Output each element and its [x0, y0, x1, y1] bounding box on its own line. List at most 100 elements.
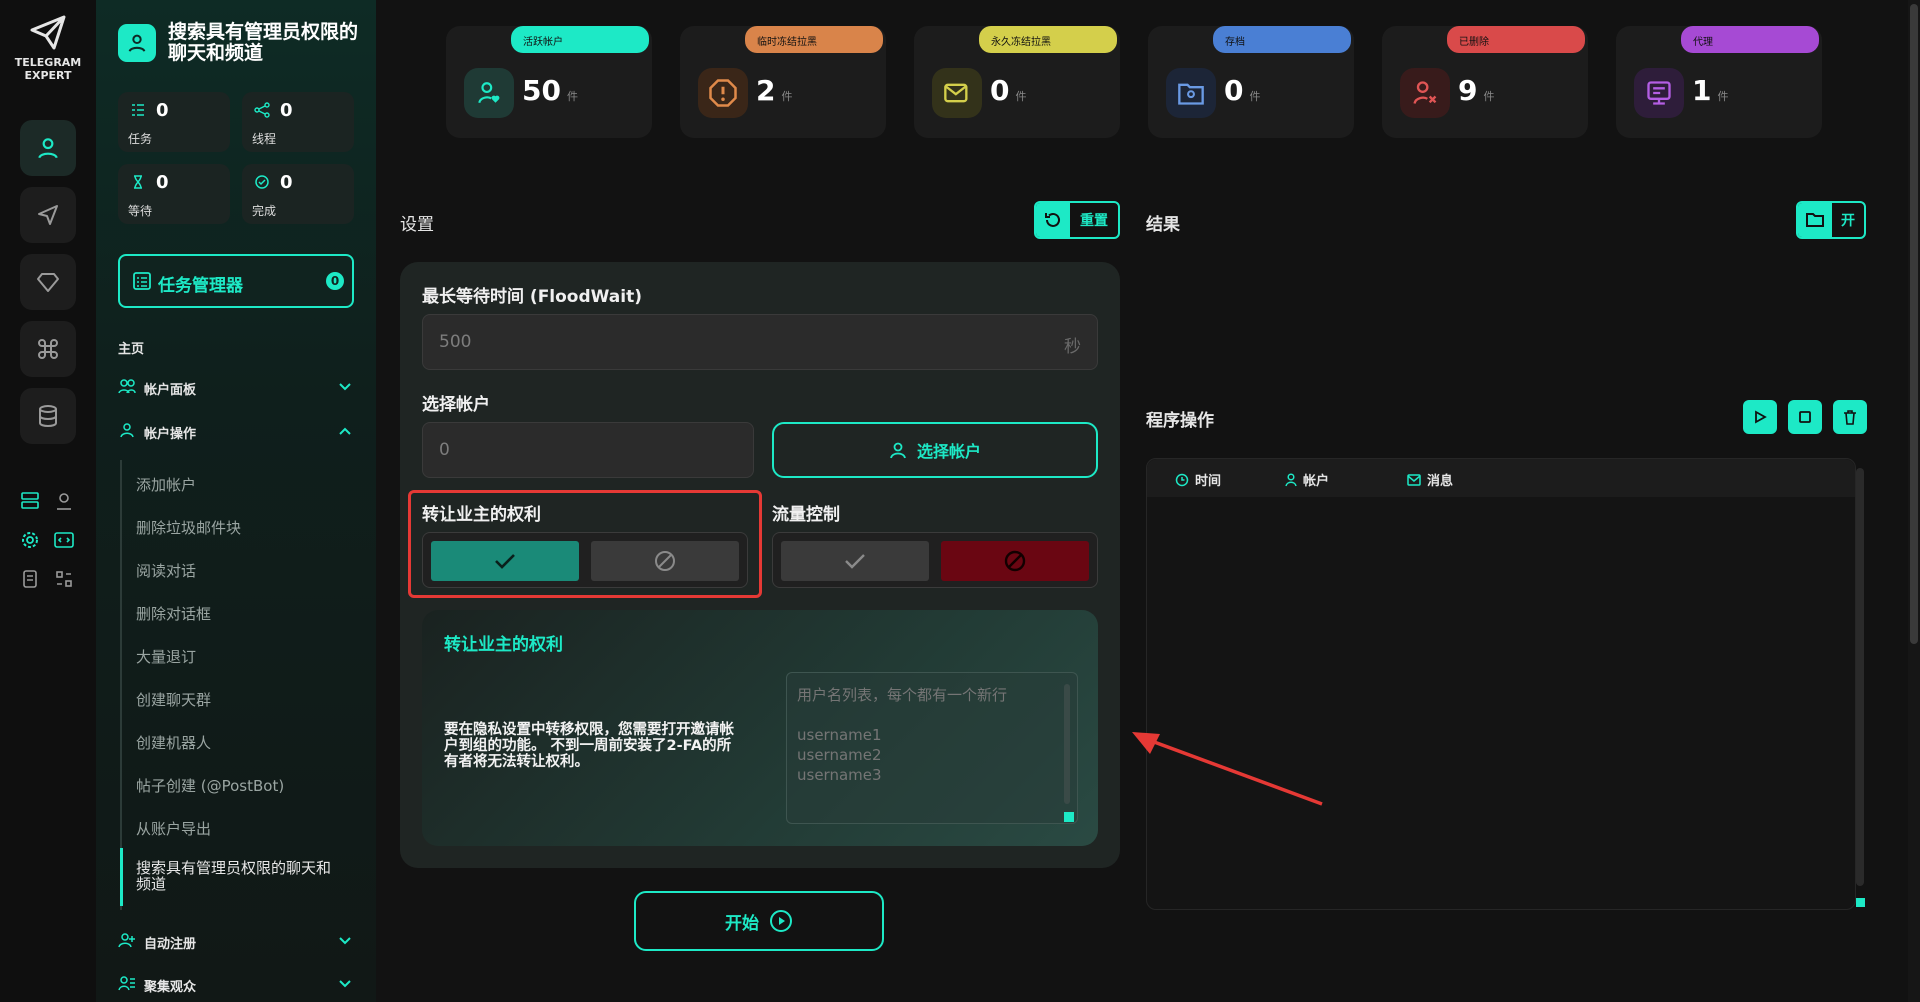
- floodwait-placeholder: 500: [439, 332, 472, 352]
- nav-group-account-ops[interactable]: 帐户操作: [118, 420, 358, 444]
- traffic-control-on-button[interactable]: [781, 541, 929, 581]
- user-list-icon: [118, 975, 136, 995]
- sub-item-delete-dialogs[interactable]: 删除对话框: [136, 603, 211, 624]
- sub-item-read-dialogs[interactable]: 阅读对话: [136, 560, 196, 581]
- transfer-owner-on-button[interactable]: [431, 541, 579, 581]
- rail-accounts-button[interactable]: [20, 120, 76, 176]
- server-list-icon[interactable]: [17, 488, 43, 514]
- home-link[interactable]: 主页: [118, 338, 144, 357]
- hourglass-icon: [130, 174, 146, 194]
- transfer-owner-off-button[interactable]: [591, 541, 739, 581]
- rail-command-button[interactable]: [20, 321, 76, 377]
- play-icon: [1755, 410, 1767, 424]
- card-proxy: 代理 1件: [1616, 26, 1822, 138]
- start-button[interactable]: 开始: [634, 891, 884, 951]
- card-active-accounts: 活跃帐户 50 件: [446, 26, 652, 138]
- logo-line1: TELEGRAM: [14, 56, 82, 69]
- floodwait-label: 最长等待时间 (FloodWait): [422, 287, 642, 307]
- stat-label: 线程: [252, 132, 277, 146]
- select-accounts-input[interactable]: 0: [422, 422, 754, 478]
- code-window-icon[interactable]: [51, 527, 77, 553]
- card-count: 50 件: [522, 74, 578, 107]
- task-manager-label: 任务管理器: [158, 276, 243, 296]
- ban-icon: [655, 551, 675, 571]
- check-circle-icon: [254, 174, 270, 194]
- stat-label: 任务: [128, 132, 153, 146]
- resize-handle-icon[interactable]: [1064, 812, 1074, 822]
- logo-line2: EXPERT: [24, 69, 72, 82]
- card-count: 9件: [1458, 74, 1495, 107]
- sub-item-export[interactable]: 从账户导出: [136, 818, 211, 839]
- card-count: 2件: [756, 74, 793, 107]
- task-list-icon: [132, 271, 152, 295]
- select-accounts-button[interactable]: 选择帐户: [772, 422, 1098, 478]
- sub-item-postbot[interactable]: 帖子创建 (@PostBot): [136, 775, 284, 796]
- document-icon[interactable]: [17, 566, 43, 592]
- user-icon: [890, 442, 906, 459]
- user-heart-icon: [464, 68, 514, 118]
- swap-icon[interactable]: [51, 566, 77, 592]
- sub-item-add-account[interactable]: 添加帐户: [136, 474, 196, 495]
- stat-threads: 0 线程: [242, 92, 354, 152]
- rail-send-button[interactable]: [20, 187, 76, 243]
- nav-group-account-panel[interactable]: 帐户面板: [118, 376, 358, 400]
- info-text: 要在隐私设置中转移权限，您需要打开邀请帐户到组的功能。 不到一周前安装了2-FA…: [444, 722, 734, 770]
- folder-icon: [1798, 203, 1832, 237]
- select-accounts-label: 选择帐户: [422, 395, 490, 415]
- page-scrollbar[interactable]: [1910, 4, 1918, 644]
- clear-log-button[interactable]: [1833, 400, 1867, 434]
- user-icon: [38, 138, 58, 159]
- traffic-control-label: 流量控制: [772, 505, 840, 525]
- nav-group-label: 帐户面板: [144, 383, 197, 398]
- users-icon: [118, 378, 136, 398]
- nav-group-gather-audience[interactable]: 聚集观众: [118, 973, 358, 997]
- open-folder-button[interactable]: 开: [1796, 201, 1866, 239]
- results-title: 结果: [1146, 215, 1180, 235]
- refresh-icon: [1036, 203, 1070, 237]
- sub-item-search-admin-chats[interactable]: 搜索具有管理员权限的聊天和频道: [136, 860, 336, 892]
- card-badge: 活跃帐户: [511, 26, 649, 53]
- rail-premium-button[interactable]: [20, 254, 76, 310]
- user-icon: [119, 422, 135, 442]
- nav-group-auto-register[interactable]: 自动注册: [118, 930, 358, 954]
- resize-handle-icon[interactable]: [1856, 898, 1865, 907]
- info-panel: 转让业主的权利 要在隐私设置中转移权限，您需要打开邀请帐户到组的功能。 不到一周…: [422, 610, 1098, 846]
- card-count: 1件: [1692, 74, 1729, 107]
- sub-item-mass-unsubscribe[interactable]: 大量退订: [136, 646, 196, 667]
- icon-rail: TELEGRAM EXPERT: [0, 0, 96, 1002]
- floodwait-unit: 秒: [1064, 337, 1081, 357]
- task-manager-button[interactable]: 任务管理器 0: [118, 254, 354, 308]
- reset-button[interactable]: 重置: [1034, 201, 1120, 239]
- user-location-icon[interactable]: [51, 488, 77, 514]
- play-button[interactable]: [1743, 400, 1777, 434]
- page-icon: [118, 24, 156, 62]
- program-ops-title: 程序操作: [1146, 411, 1214, 431]
- usernames-textarea[interactable]: [786, 672, 1078, 824]
- sub-item-create-group[interactable]: 创建聊天群: [136, 689, 211, 710]
- settings-gear-icon[interactable]: [17, 527, 43, 553]
- share-icon: [254, 102, 270, 122]
- rail-database-button[interactable]: [20, 388, 76, 444]
- column-message: 消息: [1407, 470, 1453, 489]
- traffic-control-off-button[interactable]: [941, 541, 1089, 581]
- stat-label: 等待: [128, 204, 153, 218]
- log-scrollbar[interactable]: [1856, 468, 1864, 886]
- card-archive: 存档 0件: [1148, 26, 1354, 138]
- card-badge: 已删除: [1447, 26, 1585, 53]
- textarea-scrollbar[interactable]: [1064, 684, 1070, 804]
- sub-item-create-bot[interactable]: 创建机器人: [136, 732, 211, 753]
- user-plus-icon: [118, 932, 136, 952]
- card-badge: 代理: [1681, 26, 1819, 53]
- mail-icon: [1407, 473, 1421, 486]
- stop-icon: [1799, 411, 1811, 423]
- floodwait-input[interactable]: 500 秒: [422, 314, 1098, 370]
- settings-title: 设置: [400, 215, 434, 235]
- card-deleted: 已删除 9件: [1382, 26, 1588, 138]
- play-circle-icon: [770, 910, 792, 932]
- stop-button[interactable]: [1788, 400, 1822, 434]
- diamond-icon: [37, 273, 59, 292]
- nav-group-label: 自动注册: [144, 937, 197, 952]
- app-logo: TELEGRAM EXPERT: [0, 14, 96, 82]
- select-accounts-value: 0: [439, 440, 450, 460]
- sub-item-remove-spamblock[interactable]: 删除垃圾邮件块: [136, 517, 241, 538]
